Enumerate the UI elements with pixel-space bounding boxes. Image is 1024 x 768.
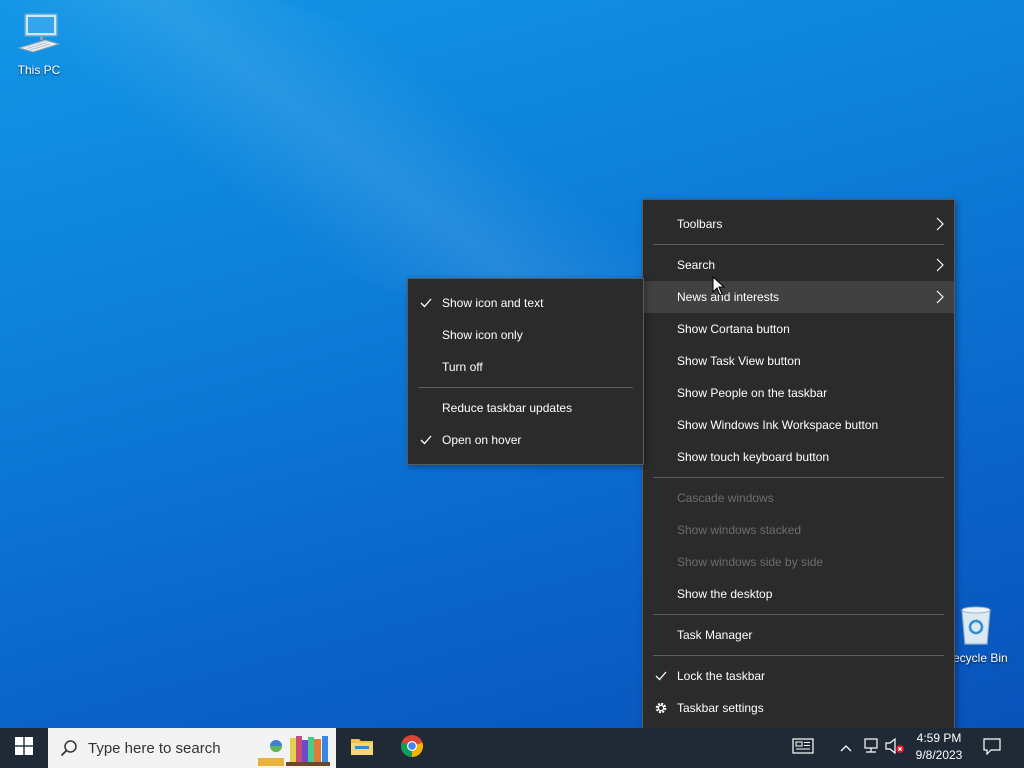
submenu-item-reduce-updates[interactable]: Reduce taskbar updates xyxy=(408,392,643,424)
menu-item-label: Open on hover xyxy=(442,433,522,447)
menu-item-label: Show Windows Ink Workspace button xyxy=(677,418,879,432)
menu-item-taskbar-settings[interactable]: Taskbar settings xyxy=(643,692,954,724)
chevron-right-icon xyxy=(936,208,944,240)
menu-item-show-people[interactable]: Show People on the taskbar xyxy=(643,377,954,409)
menu-item-label: Show Cortana button xyxy=(677,322,790,336)
volume-muted-icon xyxy=(885,737,905,759)
menu-item-task-manager[interactable]: Task Manager xyxy=(643,619,954,651)
menu-separator xyxy=(643,240,954,249)
network-button[interactable] xyxy=(860,728,882,768)
show-hidden-icons-chevron xyxy=(840,739,852,757)
action-center-button[interactable] xyxy=(976,728,1008,768)
network-icon xyxy=(862,737,880,759)
this-pc-icon xyxy=(1,10,77,61)
show-hidden-icons-button[interactable] xyxy=(836,728,856,768)
menu-item-label: Cascade windows xyxy=(677,491,774,505)
menu-item-label: Show windows side by side xyxy=(677,555,824,569)
taskbar-clock[interactable]: 4:59 PM 9/8/2023 xyxy=(906,730,972,764)
menu-separator xyxy=(643,610,954,619)
menu-item-show-cortana[interactable]: Show Cortana button xyxy=(643,313,954,345)
volume-button[interactable] xyxy=(884,728,906,768)
menu-item-label: Turn off xyxy=(442,360,483,374)
notification-icon xyxy=(983,737,1001,760)
windows-start-icon xyxy=(15,736,33,760)
mouse-cursor-icon xyxy=(712,275,726,308)
start-button[interactable] xyxy=(0,728,48,768)
menu-item-search-label: Search xyxy=(677,258,716,272)
checkmark-icon xyxy=(419,424,433,456)
menu-item-lock-taskbar[interactable]: Lock the taskbar xyxy=(643,660,954,692)
submenu-item-open-on-hover[interactable]: Open on hover xyxy=(408,424,643,456)
checkmark-icon xyxy=(654,660,668,692)
menu-item-show-task-view[interactable]: Show Task View button xyxy=(643,345,954,377)
menu-item-show-stacked: Show windows stacked xyxy=(643,514,954,546)
menu-item-label: Show windows stacked xyxy=(677,523,802,537)
menu-item-label: Taskbar settings xyxy=(677,701,764,715)
menu-separator xyxy=(408,383,643,392)
clock-time: 4:59 PM xyxy=(916,731,962,745)
menu-item-toolbars-label: Toolbars xyxy=(677,217,723,231)
search-icon xyxy=(60,739,78,757)
chrome-icon xyxy=(400,734,424,763)
menu-item-label: Show touch keyboard button xyxy=(677,450,830,464)
gear-icon xyxy=(654,692,668,724)
submenu-item-turn-off[interactable]: Turn off xyxy=(408,351,643,383)
search-placeholder: Type here to search xyxy=(88,739,221,757)
chevron-right-icon xyxy=(936,281,944,313)
menu-item-label: Task Manager xyxy=(677,628,753,642)
menu-top-padding xyxy=(643,200,954,208)
menu-item-label: Show People on the taskbar xyxy=(677,386,828,400)
taskbar-search-box[interactable]: Type here to search xyxy=(48,728,336,768)
news-and-interests-submenu: Show icon and text Show icon only Turn o… xyxy=(407,278,644,465)
menu-item-label: Show icon and text xyxy=(442,296,544,310)
taskbar-context-menu: Toolbars Search News and interests Show … xyxy=(642,199,955,733)
news-widget-icon xyxy=(256,732,332,768)
menu-item-search[interactable]: Search xyxy=(643,249,954,281)
menu-item-show-ink-workspace[interactable]: Show Windows Ink Workspace button xyxy=(643,409,954,441)
menu-item-toolbars[interactable]: Toolbars xyxy=(643,208,954,240)
submenu-item-show-icon-only[interactable]: Show icon only xyxy=(408,319,643,351)
news-and-interests-button[interactable] xyxy=(786,728,820,768)
menu-separator xyxy=(643,651,954,660)
chrome-button[interactable] xyxy=(388,728,436,768)
menu-item-label: Lock the taskbar xyxy=(677,669,766,683)
this-pc-shortcut[interactable]: This PC xyxy=(1,10,77,77)
submenu-item-show-icon-and-text[interactable]: Show icon and text xyxy=(408,287,643,319)
menu-separator xyxy=(643,473,954,482)
menu-item-label: Show icon only xyxy=(442,328,523,342)
menu-item-label: Show the desktop xyxy=(677,587,773,601)
taskbar: Type here to search 4:59 PM 9/8/2023 xyxy=(0,728,1024,768)
chevron-right-icon xyxy=(936,249,944,281)
menu-item-news-label: News and interests xyxy=(677,290,780,304)
menu-item-news-and-interests[interactable]: News and interests xyxy=(643,275,954,313)
menu-top-padding xyxy=(408,279,643,287)
menu-item-label: Show Task View button xyxy=(677,354,801,368)
file-explorer-button[interactable] xyxy=(338,728,386,768)
menu-item-label: Reduce taskbar updates xyxy=(442,401,573,415)
news-and-interests-icon xyxy=(792,737,814,759)
menu-item-show-touch-keyboard[interactable]: Show touch keyboard button xyxy=(643,441,954,473)
menu-item-show-desktop[interactable]: Show the desktop xyxy=(643,578,954,610)
menu-item-show-side-by-side: Show windows side by side xyxy=(643,546,954,578)
menu-item-cascade-windows: Cascade windows xyxy=(643,482,954,514)
checkmark-icon xyxy=(419,287,433,319)
clock-date: 9/8/2023 xyxy=(915,748,963,762)
file-explorer-icon xyxy=(350,736,374,761)
this-pc-label: This PC xyxy=(17,63,61,77)
